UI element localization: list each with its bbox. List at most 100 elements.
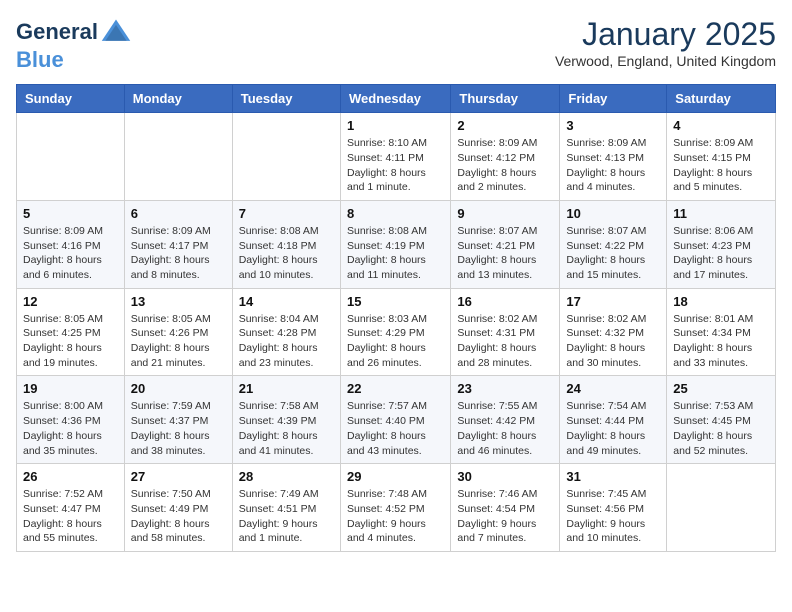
calendar-day-cell: 24 Sunrise: 7:54 AM Sunset: 4:44 PM Dayli… <box>560 376 667 464</box>
calendar-day-cell: 25 Sunrise: 7:53 AM Sunset: 4:45 PM Dayli… <box>667 376 776 464</box>
weekday-header: Tuesday <box>232 85 340 113</box>
day-info: Sunrise: 8:01 AM Sunset: 4:34 PM Dayligh… <box>673 312 769 371</box>
day-number: 31 <box>566 469 660 484</box>
day-info: Sunrise: 8:02 AM Sunset: 4:31 PM Dayligh… <box>457 312 553 371</box>
page-header: General Blue January 2025 Verwood, Engla… <box>16 16 776 72</box>
calendar-day-cell: 12 Sunrise: 8:05 AM Sunset: 4:25 PM Dayli… <box>17 288 125 376</box>
day-number: 15 <box>347 294 444 309</box>
day-number: 21 <box>239 381 334 396</box>
weekday-header: Wednesday <box>340 85 450 113</box>
calendar-day-cell: 8 Sunrise: 8:08 AM Sunset: 4:19 PM Daylig… <box>340 200 450 288</box>
calendar-day-cell: 30Sunrise: 7:46 AM Sunset: 4:54 PM Dayli… <box>451 464 560 552</box>
calendar-day-cell <box>667 464 776 552</box>
calendar-day-cell: 23Sunrise: 7:55 AM Sunset: 4:42 PM Dayli… <box>451 376 560 464</box>
logo: General Blue <box>16 16 132 72</box>
day-number: 6 <box>131 206 226 221</box>
calendar-day-cell: 29 Sunrise: 7:48 AM Sunset: 4:52 PM Dayli… <box>340 464 450 552</box>
day-info: Sunrise: 7:46 AM Sunset: 4:54 PM Dayligh… <box>457 487 553 546</box>
day-number: 3 <box>566 118 660 133</box>
day-number: 22 <box>347 381 444 396</box>
day-info: Sunrise: 7:53 AM Sunset: 4:45 PM Dayligh… <box>673 399 769 458</box>
day-number: 14 <box>239 294 334 309</box>
day-info: Sunrise: 7:54 AM Sunset: 4:44 PM Dayligh… <box>566 399 660 458</box>
logo-blue-text: Blue <box>16 48 64 72</box>
day-number: 5 <box>23 206 118 221</box>
calendar-day-cell: 2 Sunrise: 8:09 AM Sunset: 4:12 PM Daylig… <box>451 113 560 201</box>
day-info: Sunrise: 8:09 AM Sunset: 4:13 PM Dayligh… <box>566 136 660 195</box>
calendar-day-cell: 11Sunrise: 8:06 AM Sunset: 4:23 PM Dayli… <box>667 200 776 288</box>
day-number: 12 <box>23 294 118 309</box>
day-info: Sunrise: 8:05 AM Sunset: 4:26 PM Dayligh… <box>131 312 226 371</box>
day-info: Sunrise: 7:52 AM Sunset: 4:47 PM Dayligh… <box>23 487 118 546</box>
calendar-day-cell <box>232 113 340 201</box>
calendar-day-cell: 6 Sunrise: 8:09 AM Sunset: 4:17 PM Daylig… <box>124 200 232 288</box>
day-number: 20 <box>131 381 226 396</box>
day-info: Sunrise: 7:58 AM Sunset: 4:39 PM Dayligh… <box>239 399 334 458</box>
calendar-day-cell: 4 Sunrise: 8:09 AM Sunset: 4:15 PM Daylig… <box>667 113 776 201</box>
day-info: Sunrise: 7:57 AM Sunset: 4:40 PM Dayligh… <box>347 399 444 458</box>
day-number: 4 <box>673 118 769 133</box>
day-info: Sunrise: 8:07 AM Sunset: 4:22 PM Dayligh… <box>566 224 660 283</box>
calendar-day-cell: 20 Sunrise: 7:59 AM Sunset: 4:37 PM Dayli… <box>124 376 232 464</box>
day-info: Sunrise: 8:00 AM Sunset: 4:36 PM Dayligh… <box>23 399 118 458</box>
calendar-day-cell: 21 Sunrise: 7:58 AM Sunset: 4:39 PM Dayli… <box>232 376 340 464</box>
day-number: 2 <box>457 118 553 133</box>
day-info: Sunrise: 7:59 AM Sunset: 4:37 PM Dayligh… <box>131 399 226 458</box>
calendar-day-cell: 13 Sunrise: 8:05 AM Sunset: 4:26 PM Dayli… <box>124 288 232 376</box>
calendar-table: SundayMondayTuesdayWednesdayThursdayFrid… <box>16 84 776 552</box>
logo-text: General <box>16 20 98 44</box>
weekday-header: Monday <box>124 85 232 113</box>
day-info: Sunrise: 8:09 AM Sunset: 4:17 PM Dayligh… <box>131 224 226 283</box>
day-number: 16 <box>457 294 553 309</box>
weekday-header: Sunday <box>17 85 125 113</box>
day-number: 19 <box>23 381 118 396</box>
day-number: 7 <box>239 206 334 221</box>
weekday-header: Thursday <box>451 85 560 113</box>
day-info: Sunrise: 7:55 AM Sunset: 4:42 PM Dayligh… <box>457 399 553 458</box>
day-info: Sunrise: 8:08 AM Sunset: 4:19 PM Dayligh… <box>347 224 444 283</box>
day-info: Sunrise: 8:07 AM Sunset: 4:21 PM Dayligh… <box>457 224 553 283</box>
day-info: Sunrise: 8:02 AM Sunset: 4:32 PM Dayligh… <box>566 312 660 371</box>
calendar-day-cell: 26 Sunrise: 7:52 AM Sunset: 4:47 PM Dayli… <box>17 464 125 552</box>
day-info: Sunrise: 8:10 AM Sunset: 4:11 PM Dayligh… <box>347 136 444 195</box>
calendar-day-cell: 15Sunrise: 8:03 AM Sunset: 4:29 PM Dayli… <box>340 288 450 376</box>
day-info: Sunrise: 8:08 AM Sunset: 4:18 PM Dayligh… <box>239 224 334 283</box>
day-number: 25 <box>673 381 769 396</box>
day-info: Sunrise: 7:50 AM Sunset: 4:49 PM Dayligh… <box>131 487 226 546</box>
day-info: Sunrise: 8:09 AM Sunset: 4:15 PM Dayligh… <box>673 136 769 195</box>
day-number: 8 <box>347 206 444 221</box>
title-section: January 2025 Verwood, England, United Ki… <box>555 16 776 69</box>
calendar-day-cell: 10 Sunrise: 8:07 AM Sunset: 4:22 PM Dayli… <box>560 200 667 288</box>
calendar-day-cell <box>124 113 232 201</box>
day-number: 1 <box>347 118 444 133</box>
calendar-day-cell: 14Sunrise: 8:04 AM Sunset: 4:28 PM Dayli… <box>232 288 340 376</box>
calendar-day-cell: 28Sunrise: 7:49 AM Sunset: 4:51 PM Dayli… <box>232 464 340 552</box>
location: Verwood, England, United Kingdom <box>555 53 776 69</box>
day-info: Sunrise: 7:48 AM Sunset: 4:52 PM Dayligh… <box>347 487 444 546</box>
calendar-day-cell: 17Sunrise: 8:02 AM Sunset: 4:32 PM Dayli… <box>560 288 667 376</box>
calendar-day-cell: 19 Sunrise: 8:00 AM Sunset: 4:36 PM Dayli… <box>17 376 125 464</box>
calendar-day-cell: 3 Sunrise: 8:09 AM Sunset: 4:13 PM Daylig… <box>560 113 667 201</box>
day-number: 29 <box>347 469 444 484</box>
calendar-week-row: 12 Sunrise: 8:05 AM Sunset: 4:25 PM Dayli… <box>17 288 776 376</box>
calendar-week-row: 19 Sunrise: 8:00 AM Sunset: 4:36 PM Dayli… <box>17 376 776 464</box>
day-info: Sunrise: 8:06 AM Sunset: 4:23 PM Dayligh… <box>673 224 769 283</box>
month-title: January 2025 <box>555 16 776 53</box>
calendar-week-row: 26 Sunrise: 7:52 AM Sunset: 4:47 PM Dayli… <box>17 464 776 552</box>
calendar-day-cell: 22 Sunrise: 7:57 AM Sunset: 4:40 PM Dayli… <box>340 376 450 464</box>
day-number: 13 <box>131 294 226 309</box>
day-info: Sunrise: 8:05 AM Sunset: 4:25 PM Dayligh… <box>23 312 118 371</box>
calendar-header-row: SundayMondayTuesdayWednesdayThursdayFrid… <box>17 85 776 113</box>
calendar-week-row: 1 Sunrise: 8:10 AM Sunset: 4:11 PM Daylig… <box>17 113 776 201</box>
day-info: Sunrise: 8:09 AM Sunset: 4:12 PM Dayligh… <box>457 136 553 195</box>
calendar-day-cell: 5Sunrise: 8:09 AM Sunset: 4:16 PM Daylig… <box>17 200 125 288</box>
day-number: 9 <box>457 206 553 221</box>
day-number: 24 <box>566 381 660 396</box>
day-number: 26 <box>23 469 118 484</box>
day-info: Sunrise: 7:45 AM Sunset: 4:56 PM Dayligh… <box>566 487 660 546</box>
calendar-day-cell: 31 Sunrise: 7:45 AM Sunset: 4:56 PM Dayli… <box>560 464 667 552</box>
calendar-day-cell: 9 Sunrise: 8:07 AM Sunset: 4:21 PM Daylig… <box>451 200 560 288</box>
day-number: 10 <box>566 206 660 221</box>
calendar-day-cell <box>17 113 125 201</box>
calendar-day-cell: 27Sunrise: 7:50 AM Sunset: 4:49 PM Dayli… <box>124 464 232 552</box>
